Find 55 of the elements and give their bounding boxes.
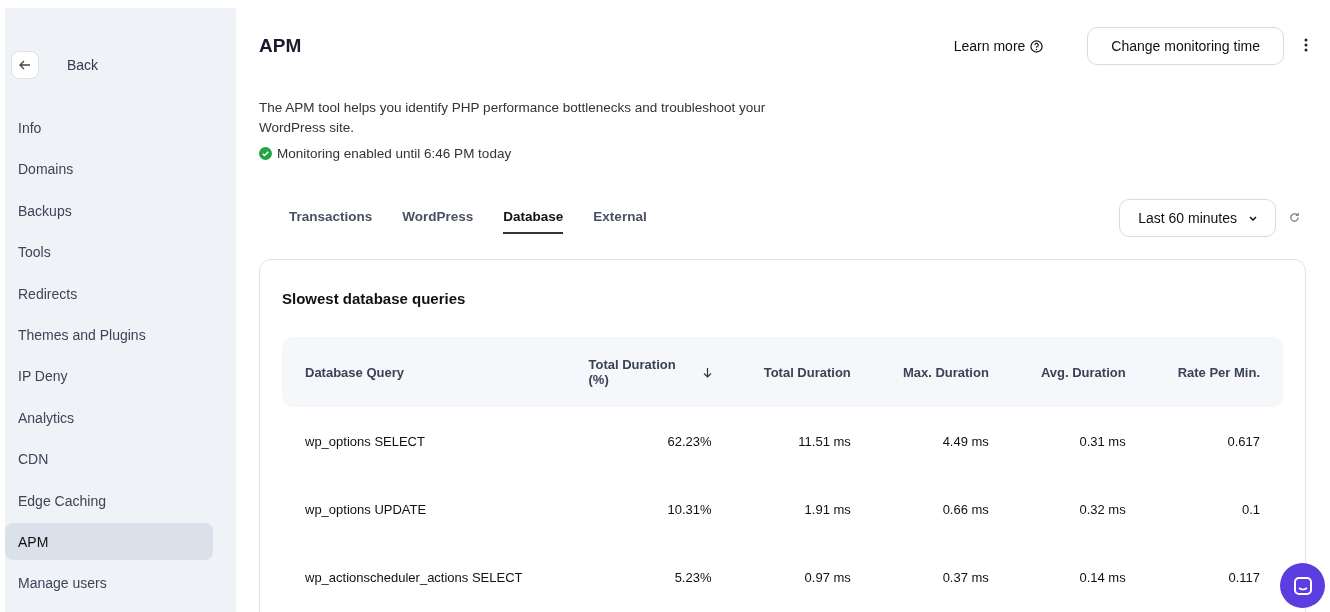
table-cell: 62.23% bbox=[667, 433, 712, 449]
table-cell: 0.1 bbox=[1241, 501, 1260, 517]
monitoring-status-text: Monitoring enabled until 6:46 PM today bbox=[277, 146, 512, 161]
sidebar-item[interactable]: Manage users bbox=[5, 564, 213, 602]
back-button[interactable] bbox=[11, 51, 39, 79]
table-cell: 11.51 ms bbox=[798, 433, 851, 449]
column-header[interactable]: Rate Per Min. bbox=[1177, 364, 1260, 380]
column-header[interactable]: Avg. Duration bbox=[1040, 364, 1126, 380]
time-range-dropdown[interactable]: Last 60 minutes bbox=[1119, 199, 1276, 237]
more-vertical-icon bbox=[1304, 37, 1308, 52]
page-title: APM bbox=[259, 35, 303, 57]
back-label[interactable]: Back bbox=[67, 57, 99, 73]
sidebar-item[interactable]: Domains bbox=[5, 150, 213, 188]
table-cell: wp_options SELECT bbox=[305, 433, 425, 449]
chat-button[interactable] bbox=[1280, 563, 1325, 608]
tab[interactable]: External bbox=[593, 202, 647, 234]
tab[interactable]: Database bbox=[503, 202, 564, 234]
table-cell: 1.91 ms bbox=[804, 501, 851, 517]
sidebar-item[interactable]: Themes and Plugins bbox=[5, 315, 213, 353]
table-cell: 0.32 ms bbox=[1079, 501, 1126, 517]
table-cell: 0.97 ms bbox=[804, 569, 851, 585]
refresh-icon bbox=[1289, 211, 1300, 223]
sidebar-item[interactable]: Tools bbox=[5, 233, 213, 271]
sidebar-item[interactable]: Redirects bbox=[5, 274, 213, 312]
learn-more-link[interactable]: Learn more bbox=[953, 38, 1044, 54]
table-cell: wp_options UPDATE bbox=[305, 501, 427, 517]
tab[interactable]: WordPress bbox=[402, 202, 474, 234]
sidebar-item[interactable]: Analytics bbox=[5, 398, 213, 436]
table-cell: 10.31% bbox=[667, 501, 712, 517]
chat-icon bbox=[1292, 575, 1313, 596]
change-monitoring-time-button[interactable]: Change monitoring time bbox=[1087, 27, 1284, 65]
sidebar-item[interactable]: Backups bbox=[5, 191, 213, 229]
table-cell: 5.23% bbox=[674, 569, 712, 585]
chevron-down-icon bbox=[1249, 215, 1257, 221]
table-cell: 0.31 ms bbox=[1079, 433, 1126, 449]
column-header[interactable]: Database Query bbox=[305, 364, 404, 380]
sidebar-item[interactable]: IP Deny bbox=[5, 357, 213, 395]
table-cell: 0.66 ms bbox=[942, 501, 989, 517]
table-cell: 0.37 ms bbox=[942, 569, 989, 585]
table-cell: 4.49 ms bbox=[942, 433, 989, 449]
column-header[interactable]: Total Duration bbox=[763, 364, 851, 380]
table-cell: wp_actionscheduler_actions SELECT bbox=[305, 569, 523, 585]
sidebar-item[interactable]: CDN bbox=[5, 440, 213, 478]
sidebar-item[interactable]: Info bbox=[5, 109, 213, 146]
sidebar-item[interactable]: APM bbox=[5, 522, 213, 560]
sidebar-item[interactable]: Edge Caching bbox=[5, 481, 213, 519]
table-cell: 0.617 bbox=[1227, 433, 1260, 449]
table-cell: 0.117 bbox=[1228, 569, 1260, 585]
table-cell: 0.14 ms bbox=[1079, 569, 1126, 585]
help-icon bbox=[1030, 39, 1044, 53]
tab[interactable]: Transactions bbox=[289, 202, 373, 234]
column-header[interactable]: Max. Duration bbox=[902, 364, 989, 380]
arrow-left-icon bbox=[19, 60, 31, 70]
card-title: Slowest database queries bbox=[282, 290, 467, 307]
description-text: The APM tool helps you identify PHP performance bottlenecks and troubleshoot your WordPress site. bbox=[259, 99, 767, 137]
